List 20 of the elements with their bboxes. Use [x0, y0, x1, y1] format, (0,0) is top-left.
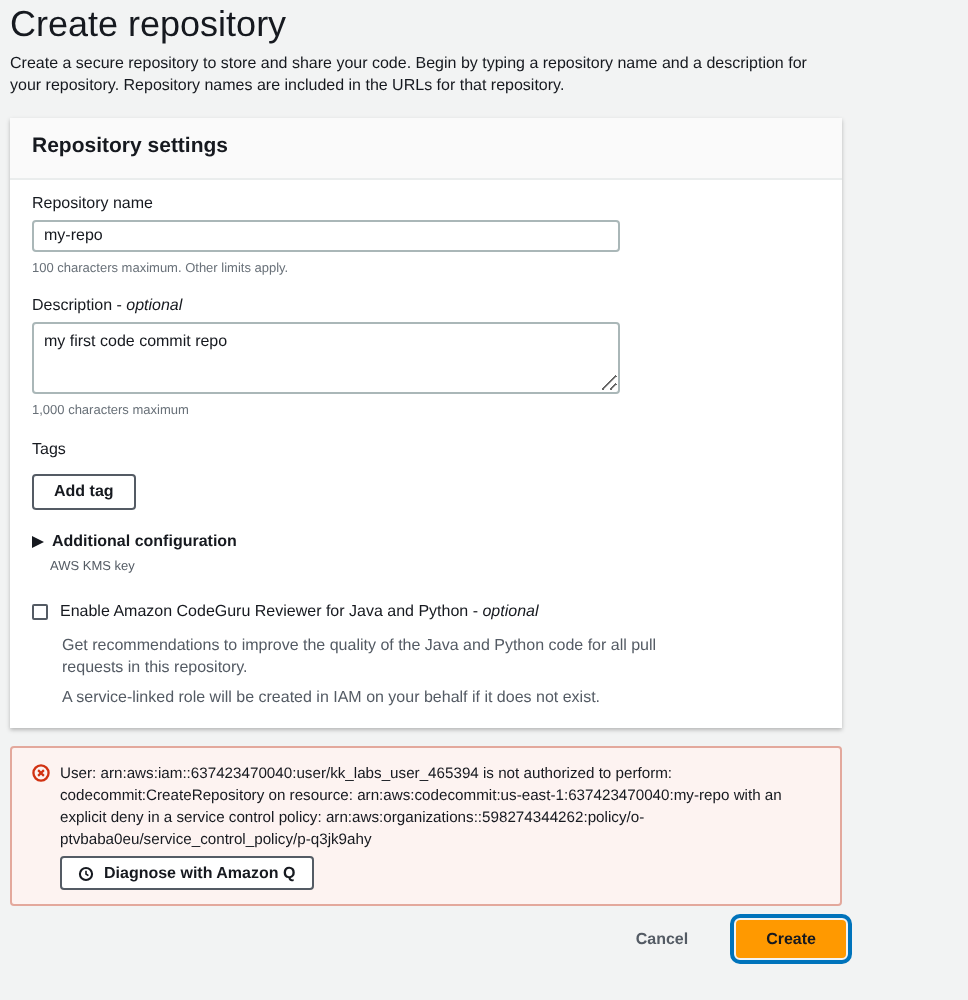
- diagnose-button[interactable]: Diagnose with Amazon Q: [60, 856, 314, 890]
- error-icon: [32, 764, 50, 782]
- repository-name-field[interactable]: my-repo: [32, 219, 620, 252]
- page-title: Create repository: [10, 4, 289, 44]
- add-tag-button[interactable]: Add tag: [32, 474, 136, 511]
- clock-icon: [78, 865, 94, 881]
- codeguru-checkbox[interactable]: [32, 604, 48, 620]
- field-label: Repository name: [32, 193, 155, 214]
- checkbox-description: Get recommendations to improve the quality of the Java and Python code for all pull requests in this repository.: [62, 634, 659, 678]
- card-title: Repository settings: [32, 132, 231, 162]
- caret-icon[interactable]: [32, 536, 44, 549]
- description-field[interactable]: my first code commit repo: [32, 321, 620, 393]
- field-label: Description - optional: [32, 295, 185, 315]
- cancel-button[interactable]: Cancel: [619, 920, 705, 958]
- checkbox-note: A service-linked role will be created in IAM on your behalf if it does not exist.: [62, 686, 603, 710]
- checkbox-label: Enable Amazon CodeGuru Reviewer for Java and Python - optional: [60, 600, 539, 624]
- tags-label: Tags: [32, 438, 68, 463]
- additional-configuration-toggle[interactable]: Additional configuration: [52, 530, 237, 555]
- create-button[interactable]: Create: [736, 920, 846, 958]
- page-description: Create a secure repository to store and share your code. Begin by typing a repository name and a description for your repository. Repository names are included in the URLs for that repository.: [10, 52, 809, 96]
